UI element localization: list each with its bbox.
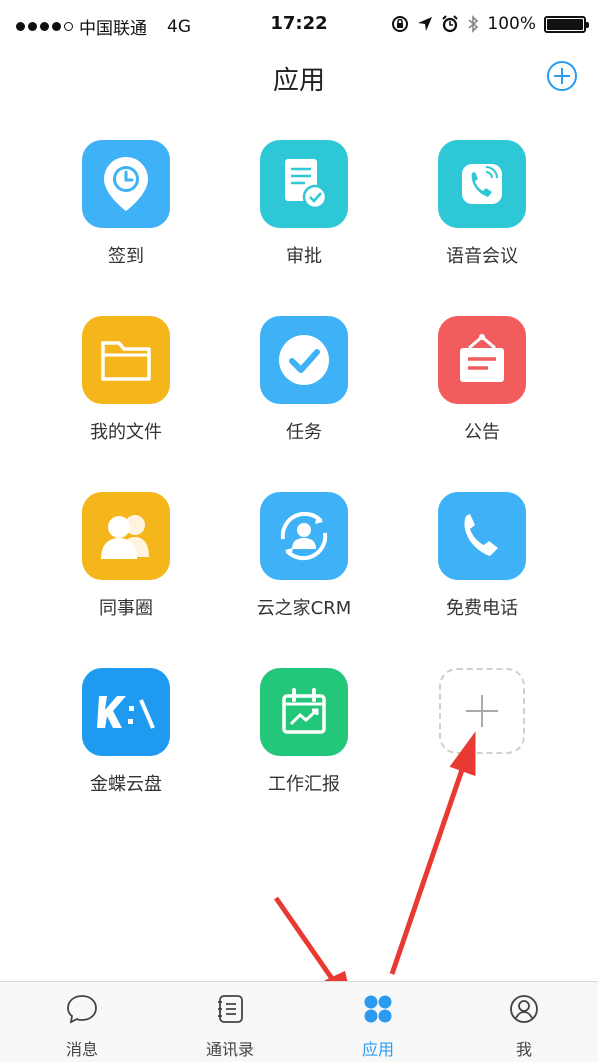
app-label: 语音会议 xyxy=(446,246,518,267)
app-label: 公告 xyxy=(464,422,500,443)
battery-percent: 100% xyxy=(487,14,536,34)
page-title: 应用 xyxy=(272,66,325,96)
document-check-icon xyxy=(260,140,348,228)
arrow-to-apps-tab xyxy=(273,896,345,995)
tab-contacts[interactable]: 通讯录 xyxy=(170,992,290,1060)
crm-person-cycle-icon xyxy=(260,492,348,580)
calendar-chart-icon xyxy=(260,668,348,756)
app-label: 审批 xyxy=(286,246,322,267)
check-circle-icon xyxy=(260,316,348,404)
tab-bar: 消息 通讯录 应用 我 xyxy=(0,981,598,1062)
location-arrow-icon xyxy=(418,17,433,31)
lock-rotation-icon xyxy=(392,16,409,32)
app-label: 同事圈 xyxy=(99,598,153,619)
profile-icon xyxy=(510,995,538,1023)
notice-board-icon xyxy=(438,316,526,404)
phone-waves-icon xyxy=(438,140,526,228)
contacts-book-icon xyxy=(218,995,243,1023)
app-kingdee-cloud-disk[interactable]: 金蝶云盘 xyxy=(66,668,186,796)
people-icon xyxy=(82,492,170,580)
nav-header: 应用 xyxy=(0,52,598,104)
tab-label: 我 xyxy=(515,1040,532,1059)
tab-label: 消息 xyxy=(65,1040,98,1059)
apps-grid-icon xyxy=(364,995,392,1023)
app-label: 我的文件 xyxy=(90,422,162,443)
app-label: 云之家CRM xyxy=(256,598,352,619)
app-sign-in[interactable]: 签到 xyxy=(66,140,186,268)
app-approval[interactable]: 审批 xyxy=(244,140,364,268)
tab-apps[interactable]: 应用 xyxy=(318,992,438,1060)
tab-label: 应用 xyxy=(361,1040,394,1059)
app-my-files[interactable]: 我的文件 xyxy=(66,316,186,444)
app-tasks[interactable]: 任务 xyxy=(244,316,364,444)
bluetooth-icon xyxy=(468,15,479,33)
location-pin-clock-icon xyxy=(82,140,170,228)
add-app-button[interactable] xyxy=(422,668,542,754)
app-announcement[interactable]: 公告 xyxy=(422,316,542,444)
app-work-report[interactable]: 工作汇报 xyxy=(244,668,364,796)
tab-me[interactable]: 我 xyxy=(464,992,584,1060)
alarm-icon xyxy=(442,15,459,33)
app-label: 任务 xyxy=(286,422,322,443)
app-label: 金蝶云盘 xyxy=(90,774,162,795)
arrow-to-add-button xyxy=(389,757,469,975)
app-label: 免费电话 xyxy=(446,598,518,619)
kingdee-cloud-disk-icon xyxy=(82,668,170,756)
plus-icon xyxy=(439,668,525,754)
app-voice-meeting[interactable]: 语音会议 xyxy=(422,140,542,268)
phone-icon xyxy=(438,492,526,580)
tab-messages[interactable]: 消息 xyxy=(22,992,142,1060)
battery-icon xyxy=(544,15,589,33)
chat-bubble-icon xyxy=(67,995,97,1024)
app-colleague-circle[interactable]: 同事圈 xyxy=(66,492,186,620)
tab-label: 通讯录 xyxy=(205,1040,254,1059)
status-bar: 中国联通 4G 17:22 100% xyxy=(0,0,598,52)
add-circle-icon[interactable] xyxy=(546,60,578,92)
app-free-call[interactable]: 免费电话 xyxy=(422,492,542,620)
app-label: 工作汇报 xyxy=(268,774,340,795)
app-yunzhijia-crm[interactable]: 云之家CRM xyxy=(244,492,364,620)
app-label: 签到 xyxy=(108,246,144,267)
folder-icon xyxy=(82,316,170,404)
